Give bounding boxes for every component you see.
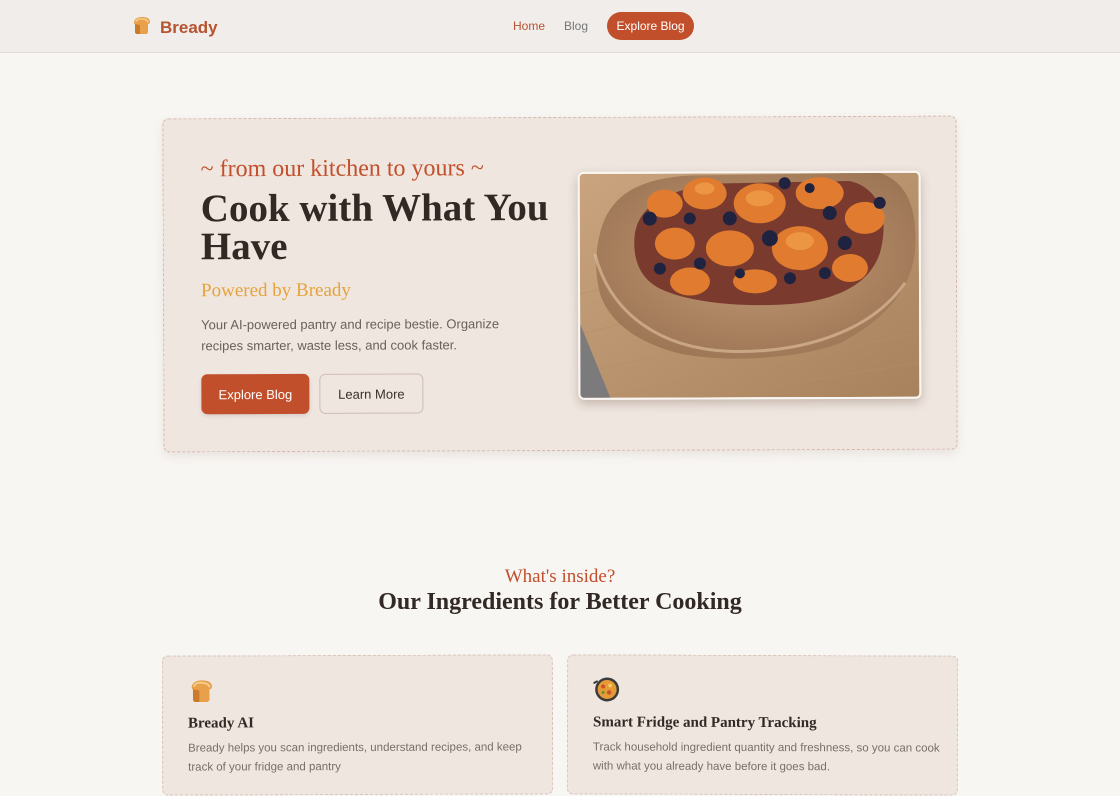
paella-pan-icon <box>593 675 621 708</box>
learn-more-button[interactable]: Learn More <box>319 373 424 414</box>
hero-subtitle: Powered by Bready <box>200 279 351 302</box>
hero-card: ~ from our kitchen to yours ~ Cook with … <box>162 115 958 453</box>
nav-link-home[interactable]: Home <box>513 19 545 33</box>
bread-icon <box>131 14 153 41</box>
card-title: Smart Fridge and Pantry Tracking <box>592 714 817 732</box>
section-eyebrow: What's inside? <box>504 566 616 587</box>
section-title: Our Ingredients for Better Cooking <box>378 589 742 615</box>
brand-logo[interactable]: Bready <box>131 14 218 41</box>
galette-photo <box>577 170 922 400</box>
hero-tagline: ~ from our kitchen to yours ~ <box>200 155 484 183</box>
card-description: Track household ingredient quantity and … <box>592 741 940 774</box>
nav-links: Home Blog Explore Blog <box>513 12 695 40</box>
explore-blog-button[interactable]: Explore Blog <box>201 373 310 415</box>
card-description: Bready helps you scan ingredients, under… <box>188 741 522 774</box>
brand-name: Bready <box>160 17 218 37</box>
top-navbar: Bready Home Blog Explore Blog <box>0 0 1120 53</box>
card-title: Bready AI <box>187 715 255 732</box>
feature-card-bready-ai: Bready AI Bready helps you scan ingredie… <box>161 654 554 796</box>
feature-card-pantry-tracking: Smart Fridge and Pantry Tracking Track h… <box>566 654 959 796</box>
nav-link-blog[interactable]: Blog <box>564 19 588 33</box>
bread-icon <box>188 676 216 709</box>
nav-explore-blog-button[interactable]: Explore Blog <box>607 12 695 40</box>
hero-description: Your AI-powered pantry and recipe bestie… <box>201 316 500 353</box>
hero-title: Cook with What You Have <box>200 186 549 269</box>
